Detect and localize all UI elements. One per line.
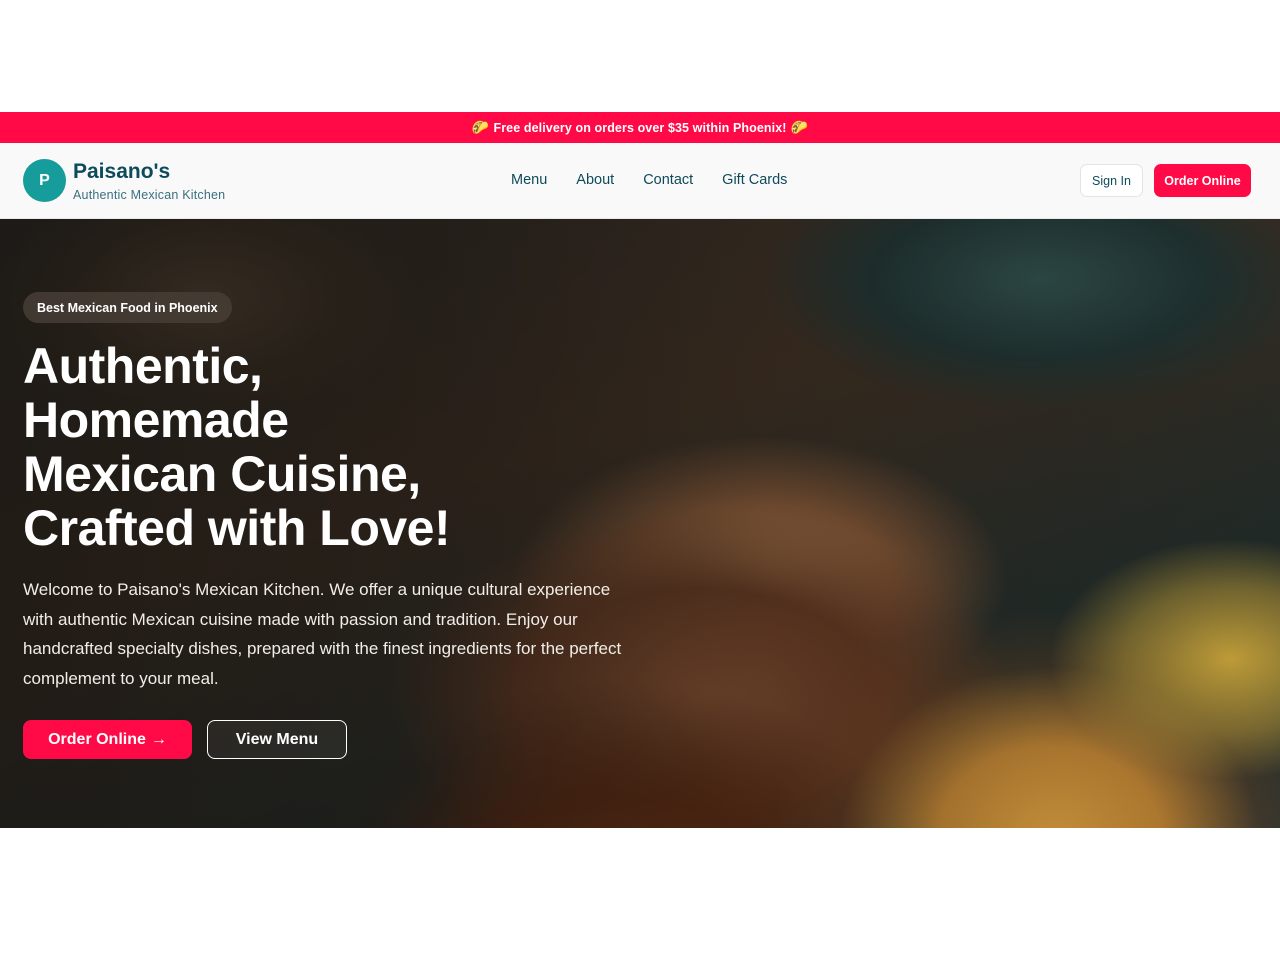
hero-title-line: Crafted with Love!: [23, 500, 451, 556]
hero-title: Authentic, Homemade Mexican Cuisine, Cra…: [23, 339, 543, 555]
logo[interactable]: P: [23, 159, 66, 202]
arrow-right-icon: →: [150, 730, 167, 748]
hero-title-line: Authentic,: [23, 338, 263, 394]
promo-bar: 🌮 Free delivery on orders over $35 withi…: [0, 112, 1280, 143]
taco-icon: 🌮: [471, 119, 490, 135]
hero-badge: Best Mexican Food in Phoenix: [23, 292, 232, 323]
order-online-button[interactable]: Order Online: [1154, 164, 1251, 197]
brand-tagline: Authentic Mexican Kitchen: [73, 188, 226, 202]
hero-title-line: Homemade: [23, 392, 289, 448]
hero-section: Best Mexican Food in Phoenix Authentic, …: [0, 219, 1280, 828]
main-nav: Menu About Contact Gift Cards: [511, 172, 787, 188]
nav-link-about[interactable]: About: [576, 172, 614, 188]
hero-title-line: Mexican Cuisine,: [23, 446, 421, 502]
view-menu-button[interactable]: View Menu: [207, 720, 347, 759]
nav-link-menu[interactable]: Menu: [511, 172, 547, 188]
hero-description: Welcome to Paisano's Mexican Kitchen. We…: [23, 580, 622, 688]
sign-in-button[interactable]: Sign In: [1080, 164, 1143, 197]
promo-text: Free delivery on orders over $35 within …: [493, 120, 787, 135]
nav-link-gift-cards[interactable]: Gift Cards: [722, 172, 787, 188]
logo-letter: P: [39, 171, 50, 189]
site-header: P Paisano's Authentic Mexican Kitchen Me…: [0, 143, 1280, 219]
nav-link-contact[interactable]: Contact: [643, 172, 693, 188]
page: 🌮 Free delivery on orders over $35 withi…: [0, 0, 1280, 960]
brand-name[interactable]: Paisano's: [73, 160, 170, 184]
hero-order-online-button[interactable]: Order Online →: [23, 720, 192, 759]
hero-order-online-label: Order Online: [48, 730, 146, 748]
taco-icon: 🌮: [790, 119, 809, 135]
